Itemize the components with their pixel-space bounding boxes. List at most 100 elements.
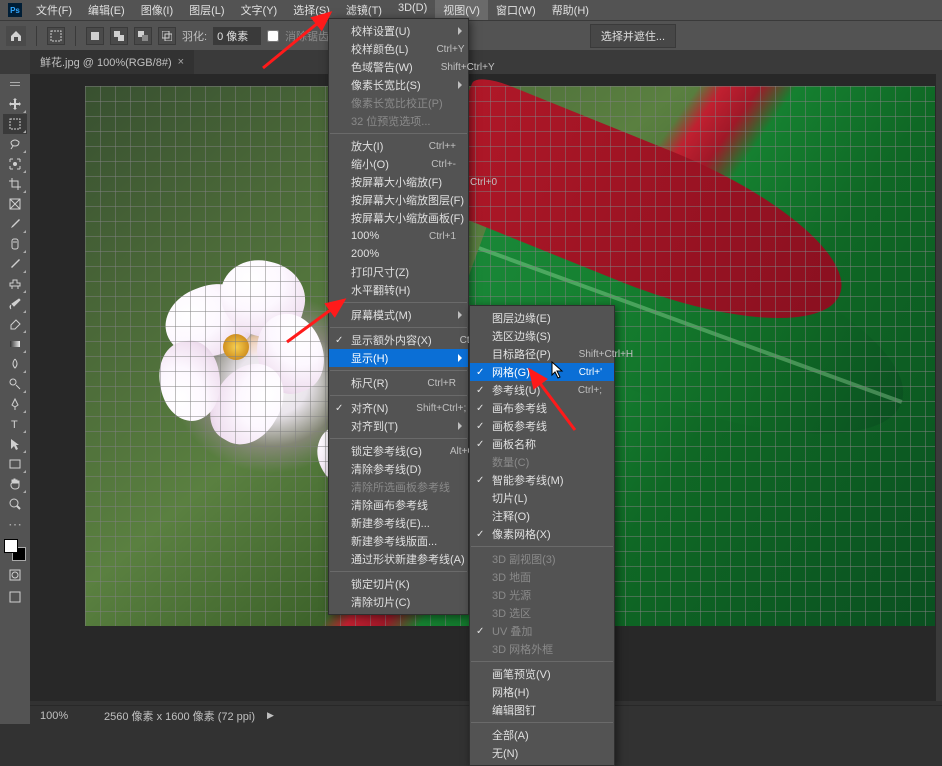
show-submenu-item-2[interactable]: 目标路径(P)Shift+Ctrl+H (470, 345, 614, 363)
gradient-tool[interactable] (3, 334, 27, 354)
view-menu-item-1[interactable]: 校样颜色(L)Ctrl+Y (329, 40, 468, 58)
rectangular-marquee-tool[interactable] (3, 114, 27, 134)
selection-mode-new-icon[interactable] (86, 27, 104, 45)
select-and-mask-button[interactable]: 选择并遮住... (590, 24, 676, 48)
show-submenu-item-0[interactable]: 图层边缘(E) (470, 309, 614, 327)
move-tool[interactable] (3, 94, 27, 114)
view-menu-item-24[interactable]: ✓对齐(N)Shift+Ctrl+; (329, 399, 468, 417)
show-submenu-item-12[interactable]: ✓像素网格(X) (470, 525, 614, 543)
frame-tool[interactable] (3, 194, 27, 214)
pen-tool[interactable] (3, 394, 27, 414)
type-tool[interactable]: T (3, 414, 27, 434)
show-submenu-item-9[interactable]: ✓智能参考线(M) (470, 471, 614, 489)
menu-帮助[interactable]: 帮助(H) (544, 0, 597, 20)
anti-alias-checkbox[interactable] (267, 30, 279, 42)
dodge-tool[interactable] (3, 374, 27, 394)
screen-mode-toggle[interactable] (3, 588, 27, 606)
view-menu-item-32[interactable]: 新建参考线版面... (329, 532, 468, 550)
view-menu-item-10[interactable]: 按屏幕大小缩放图层(F) (329, 191, 468, 209)
active-tool-icon[interactable] (47, 27, 65, 45)
show-submenu-item-10[interactable]: 切片(L) (470, 489, 614, 507)
blur-tool[interactable] (3, 354, 27, 374)
view-menu-item-13[interactable]: 200% (329, 245, 468, 263)
brush-tool[interactable] (3, 254, 27, 274)
toolbox-handle[interactable] (3, 74, 27, 94)
path-selection-tool[interactable] (3, 434, 27, 454)
show-submenu-item-3[interactable]: ✓网格(G)Ctrl+' (470, 363, 614, 381)
view-menu-item-36[interactable]: 清除切片(C) (329, 593, 468, 611)
show-submenu-item-25[interactable]: 全部(A) (470, 726, 614, 744)
view-menu-item-28[interactable]: 清除参考线(D) (329, 460, 468, 478)
selection-mode-subtract-icon[interactable] (134, 27, 152, 45)
show-submenu-item-22[interactable]: 网格(H) (470, 683, 614, 701)
zoom-tool[interactable] (3, 494, 27, 514)
show-submenu-item-label: 画布参考线 (492, 400, 602, 416)
zoom-level[interactable]: 100% (40, 710, 92, 722)
selection-mode-add-icon[interactable] (110, 27, 128, 45)
view-menu-item-0[interactable]: 校样设置(U) (329, 22, 468, 40)
show-submenu-item-1[interactable]: 选区边缘(S) (470, 327, 614, 345)
shortcut-label: Shift+Ctrl+H (579, 349, 633, 360)
menu-图层[interactable]: 图层(L) (181, 0, 232, 20)
document-tab[interactable]: 鲜花.jpg @ 100%(RGB/8#) × (30, 50, 194, 74)
show-submenu-item-7[interactable]: ✓画板名称 (470, 435, 614, 453)
lasso-tool[interactable] (3, 134, 27, 154)
show-submenu-item-21[interactable]: 画笔预览(V) (470, 665, 614, 683)
eraser-tool[interactable] (3, 314, 27, 334)
hand-tool[interactable] (3, 474, 27, 494)
history-brush-tool[interactable] (3, 294, 27, 314)
foreground-background-colors[interactable] (3, 538, 27, 562)
view-menu-item-8[interactable]: 缩小(O)Ctrl+- (329, 155, 468, 173)
menu-3d[interactable]: 3D(D) (390, 0, 435, 20)
menu-视图[interactable]: 视图(V) (435, 0, 488, 20)
view-menu-item-3[interactable]: 像素长宽比(S) (329, 76, 468, 94)
show-submenu-item-4[interactable]: ✓参考线(U)Ctrl+; (470, 381, 614, 399)
menu-选择[interactable]: 选择(S) (285, 0, 338, 20)
view-menu-item-17[interactable]: 屏幕模式(M) (329, 306, 468, 324)
healing-brush-tool[interactable] (3, 234, 27, 254)
quick-mask-toggle[interactable] (3, 566, 27, 584)
show-submenu-item-label: 画板名称 (492, 436, 602, 452)
menu-文件[interactable]: 文件(F) (28, 0, 80, 20)
status-arrow-icon[interactable]: ▶ (267, 710, 274, 721)
show-submenu-item-11[interactable]: 注释(O) (470, 507, 614, 525)
view-menu-item-19[interactable]: ✓显示额外内容(X)Ctrl+H (329, 331, 468, 349)
menu-文字[interactable]: 文字(Y) (233, 0, 286, 20)
view-menu-item-2[interactable]: 色域警告(W)Shift+Ctrl+Y (329, 58, 468, 76)
view-menu-item-35[interactable]: 锁定切片(K) (329, 575, 468, 593)
show-submenu-item-6[interactable]: ✓画板参考线 (470, 417, 614, 435)
rectangle-tool[interactable] (3, 454, 27, 474)
menu-编辑[interactable]: 编辑(E) (80, 0, 133, 20)
home-button[interactable] (6, 26, 26, 46)
view-menu-item-25[interactable]: 对齐到(T) (329, 417, 468, 435)
edit-toolbar[interactable]: ⋯ (3, 514, 27, 534)
view-menu-item-33[interactable]: 通过形状新建参考线(A) (329, 550, 468, 568)
crop-tool[interactable] (3, 174, 27, 194)
menu-窗口[interactable]: 窗口(W) (488, 0, 544, 20)
quick-selection-tool[interactable] (3, 154, 27, 174)
view-menu-item-11[interactable]: 按屏幕大小缩放画板(F) (329, 209, 468, 227)
view-menu-item-4: 像素长宽比校正(P) (329, 94, 468, 112)
show-submenu-item-5[interactable]: ✓画布参考线 (470, 399, 614, 417)
view-menu-item-label: 按屏幕大小缩放画板(F) (351, 210, 464, 226)
view-menu-item-9[interactable]: 按屏幕大小缩放(F)Ctrl+0 (329, 173, 468, 191)
show-submenu-item-26[interactable]: 无(N) (470, 744, 614, 762)
view-menu-item-31[interactable]: 新建参考线(E)... (329, 514, 468, 532)
show-submenu-item-23[interactable]: 编辑图钉 (470, 701, 614, 719)
menu-图像[interactable]: 图像(I) (133, 0, 181, 20)
view-menu-item-12[interactable]: 100%Ctrl+1 (329, 227, 468, 245)
selection-mode-intersect-icon[interactable] (158, 27, 176, 45)
close-icon[interactable]: × (178, 56, 184, 68)
view-menu-item-20[interactable]: 显示(H) (329, 349, 468, 367)
view-menu-item-label: 校样设置(U) (351, 23, 456, 39)
view-menu-item-15[interactable]: 水平翻转(H) (329, 281, 468, 299)
view-menu-item-7[interactable]: 放大(I)Ctrl++ (329, 137, 468, 155)
view-menu-item-22[interactable]: 标尺(R)Ctrl+R (329, 374, 468, 392)
view-menu-item-27[interactable]: 锁定参考线(G)Alt+Ctrl+; (329, 442, 468, 460)
menu-滤镜[interactable]: 滤镜(T) (338, 0, 390, 20)
clone-stamp-tool[interactable] (3, 274, 27, 294)
view-menu-item-14[interactable]: 打印尺寸(Z) (329, 263, 468, 281)
eyedropper-tool[interactable] (3, 214, 27, 234)
feather-input[interactable] (213, 27, 261, 45)
view-menu-item-30[interactable]: 清除画布参考线 (329, 496, 468, 514)
